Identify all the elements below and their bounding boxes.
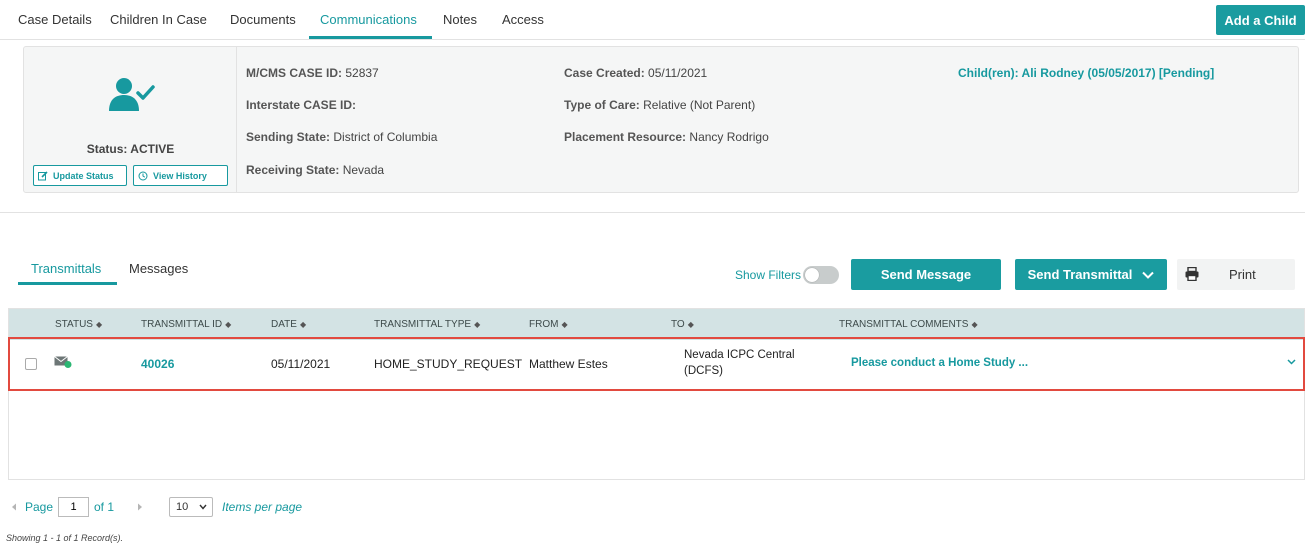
edit-icon xyxy=(38,170,48,180)
placement-resource-label: Placement Resource: xyxy=(564,130,687,144)
case-created-label: Case Created: xyxy=(564,66,645,80)
envelope-sent-icon xyxy=(54,356,72,368)
add-child-button[interactable]: Add a Child xyxy=(1216,5,1305,35)
send-transmittal-label: Send Transmittal xyxy=(1027,267,1133,282)
view-history-button[interactable]: View History xyxy=(133,165,228,186)
children-link[interactable]: Child(ren): Ali Rodney (05/05/2017) [Pen… xyxy=(958,66,1214,80)
case-status-panel: Status: ACTIVE Update Status View Histor… xyxy=(24,47,237,192)
mcms-case-id-field: M/CMS CASE ID: 52837 xyxy=(246,66,379,80)
items-per-page-value: 10 xyxy=(176,501,189,513)
history-icon xyxy=(138,171,148,180)
sort-icon: ◆ xyxy=(95,320,103,329)
case-created-value: 05/11/2021 xyxy=(648,66,708,80)
tab-messages[interactable]: Messages xyxy=(129,261,188,276)
transmittal-to-line2: (DCFS) xyxy=(684,365,723,377)
send-message-button[interactable]: Send Message xyxy=(851,259,1001,290)
column-header-label: STATUS xyxy=(55,319,93,330)
sending-state-field: Sending State: District of Columbia xyxy=(246,130,437,144)
sort-icon: ◆ xyxy=(687,320,694,329)
show-filters-label: Show Filters xyxy=(735,268,802,282)
type-of-care-label: Type of Care: xyxy=(564,98,640,112)
column-header-label: TRANSMITTAL COMMENTS xyxy=(839,319,969,330)
sending-state-label: Sending State: xyxy=(246,130,331,144)
column-header-label: TRANSMITTAL TYPE xyxy=(374,319,472,330)
sort-icon: ◆ xyxy=(971,320,978,329)
next-page-icon[interactable] xyxy=(137,503,143,511)
printer-icon xyxy=(1185,267,1199,281)
transmittal-date: 05/11/2021 xyxy=(271,357,331,371)
sort-icon: ◆ xyxy=(561,320,568,329)
column-header-label: TRANSMITTAL ID xyxy=(141,319,223,330)
case-created-field: Case Created: 05/11/2021 xyxy=(564,66,707,80)
transmittal-type: HOME_STUDY_REQUEST xyxy=(374,357,523,371)
tab-communications[interactable]: Communications xyxy=(320,12,417,27)
column-header-status[interactable]: STATUS ◆ xyxy=(55,319,102,330)
sort-icon: ◆ xyxy=(474,320,481,329)
type-of-care-field: Type of Care: Relative (Not Parent) xyxy=(564,98,755,112)
user-check-icon xyxy=(109,78,155,111)
top-tab-bar: Case Details Children In Case Documents … xyxy=(0,0,1305,40)
transmittal-from: Matthew Estes xyxy=(529,357,608,371)
send-transmittal-button[interactable]: Send Transmittal xyxy=(1015,259,1167,290)
column-header-label: FROM xyxy=(529,319,559,330)
column-header-label: TO xyxy=(671,319,685,330)
receiving-state-value: Nevada xyxy=(342,163,385,177)
transmittal-comments-link[interactable]: Please conduct a Home Study ... xyxy=(851,357,1028,369)
row-checkbox[interactable] xyxy=(25,358,37,370)
page-label: Page xyxy=(25,500,54,514)
interstate-case-id-label: Interstate CASE ID: xyxy=(246,98,357,112)
sort-icon: ◆ xyxy=(299,320,307,329)
tab-notes[interactable]: Notes xyxy=(443,12,477,27)
sort-icon: ◆ xyxy=(225,320,232,329)
tab-transmittals[interactable]: Transmittals xyxy=(31,261,101,276)
chevron-down-icon xyxy=(199,504,207,510)
receiving-state-label: Receiving State: xyxy=(246,163,340,177)
sending-state-value: District of Columbia xyxy=(333,130,438,144)
expand-row-icon[interactable] xyxy=(1287,359,1296,365)
table-row[interactable]: 40026 05/11/2021 HOME_STUDY_REQUEST Matt… xyxy=(9,340,1304,390)
active-tab-indicator xyxy=(309,36,432,39)
case-summary-card: Status: ACTIVE Update Status View Histor… xyxy=(23,46,1299,193)
prev-page-icon[interactable] xyxy=(11,503,17,511)
transmittals-table: STATUS ◆ TRANSMITTAL ID ◆ DATE ◆ TRANSMITTA… xyxy=(8,308,1305,480)
receiving-state-field: Receiving State: Nevada xyxy=(246,163,384,177)
tab-case-details[interactable]: Case Details xyxy=(18,12,92,27)
column-header-label: DATE xyxy=(271,319,297,330)
print-label: Print xyxy=(1229,267,1256,282)
column-header-to[interactable]: TO ◆ xyxy=(671,319,694,330)
section-divider xyxy=(0,212,1305,213)
mcms-case-id-value: 52837 xyxy=(345,66,379,80)
toggle-knob xyxy=(805,268,819,282)
placement-resource-field: Placement Resource: Nancy Rodrigo xyxy=(564,130,769,144)
active-subtab-indicator xyxy=(18,282,117,285)
transmittal-to-line1: Nevada ICPC Central xyxy=(684,349,795,361)
tab-access[interactable]: Access xyxy=(502,12,544,27)
case-status-label: Status: ACTIVE xyxy=(86,142,175,156)
update-status-label: Update Status xyxy=(53,170,114,181)
items-per-page-label: Items per page xyxy=(222,500,303,514)
print-button[interactable]: Print xyxy=(1177,259,1295,290)
transmittal-id-link[interactable]: 40026 xyxy=(141,357,174,371)
update-status-button[interactable]: Update Status xyxy=(33,165,127,186)
mcms-case-id-label: M/CMS CASE ID: xyxy=(246,66,342,80)
tab-children-in-case[interactable]: Children In Case xyxy=(110,12,207,27)
column-header-from[interactable]: FROM ◆ xyxy=(529,319,568,330)
placement-resource-value: Nancy Rodrigo xyxy=(689,130,769,144)
interstate-case-id-field: Interstate CASE ID: xyxy=(246,98,356,112)
record-count-text: Showing 1 - 1 of 1 Record(s). xyxy=(6,533,124,543)
column-header-transmittal-id[interactable]: TRANSMITTAL ID ◆ xyxy=(141,319,231,330)
items-per-page-select[interactable]: 10 xyxy=(169,497,213,517)
chevron-down-icon xyxy=(1142,271,1155,279)
tab-documents[interactable]: Documents xyxy=(230,12,296,27)
type-of-care-value: Relative (Not Parent) xyxy=(643,98,756,112)
view-history-label: View History xyxy=(153,170,207,181)
page-number-input[interactable] xyxy=(58,497,89,517)
show-filters-toggle[interactable] xyxy=(803,266,839,284)
page-of-label: of 1 xyxy=(94,500,115,514)
table-header: STATUS ◆ TRANSMITTAL ID ◆ DATE ◆ TRANSMITTA… xyxy=(9,309,1304,340)
column-header-comments[interactable]: TRANSMITTAL COMMENTS ◆ xyxy=(839,319,978,330)
column-header-transmittal-type[interactable]: TRANSMITTAL TYPE ◆ xyxy=(374,319,480,330)
column-header-date[interactable]: DATE ◆ xyxy=(271,319,306,330)
